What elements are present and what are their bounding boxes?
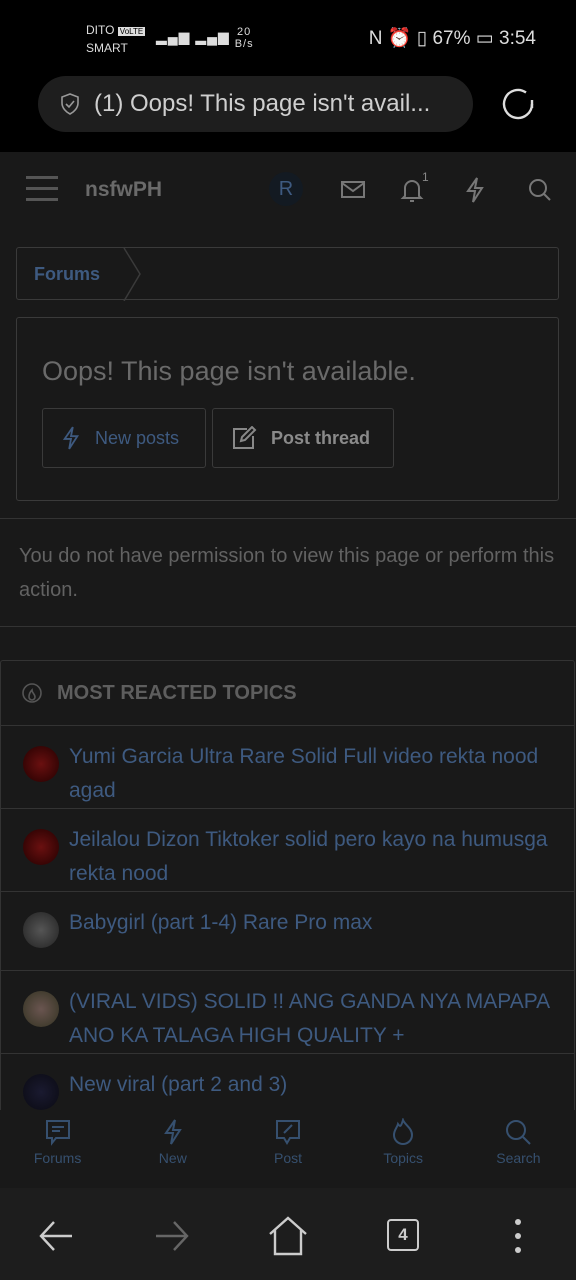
carrier-1: DITO [86,23,115,37]
lightning-icon [163,1119,182,1145]
lightning-icon [62,426,80,450]
carrier-2: SMART [86,41,128,55]
tabs-button[interactable]: 4 [387,1219,419,1251]
vibrate-icon: ▯ [416,28,428,49]
speed-unit: B/s [234,38,254,50]
bottom-nav: Forums New Post Topics Search [0,1110,576,1188]
nav-topics[interactable]: Topics [346,1110,461,1188]
avatar [23,746,59,782]
error-panel: Oops! This page isn't available. New pos… [16,317,559,501]
nfc-icon: N [368,28,383,49]
home-icon[interactable] [268,1216,308,1256]
battery-icon: ▭ [475,28,494,49]
topic-link[interactable]: Yumi Garcia Ultra Rare Solid Full video … [69,745,538,802]
carrier-info: DITO VoLTE SMART [86,22,146,56]
breadcrumb-forums[interactable]: Forums [34,264,100,285]
breadcrumb: Forums [16,247,559,301]
bell-icon[interactable] [400,176,424,204]
topic-link[interactable]: Jeilalou Dizon Tiktoker solid pero kayo … [69,828,548,885]
tab-count: 4 [398,1225,408,1244]
nav-forums[interactable]: Forums [0,1110,115,1188]
avatar-letter: R [278,177,294,200]
breadcrumb-chevron-icon [123,248,141,301]
status-bar: DITO VoLTE SMART ▂▄▆ ▂▄▆ 20 B/s N ⏰ ▯ 67% … [0,0,576,152]
signal-icon: ▂▄▆ ▂▄▆ 20 B/s [156,26,254,50]
menu-icon[interactable] [26,174,58,204]
more-icon[interactable] [512,1216,524,1256]
shield-icon [61,93,79,115]
notification-badge: 1 [422,170,429,184]
speed-value: 20 [237,26,252,38]
back-icon[interactable] [38,1218,74,1254]
new-posts-button[interactable]: New posts [42,408,206,468]
fire-icon [393,1118,414,1145]
topics-heading-label: MOST REACTED TOPICS [57,681,297,704]
topic-link[interactable]: (VIRAL VIDS) SOLID !! ANG GANDA NYA MAPA… [69,990,549,1047]
page-title: Oops! This page isn't available. [42,356,416,386]
page-title-in-url: (1) Oops! This page isn't avail... [94,90,431,117]
list-item[interactable]: Babygirl (part 1-4) Rare Pro max [1,892,574,971]
site-logo[interactable]: nsfwPH [85,178,162,202]
list-item[interactable]: (VIRAL VIDS) SOLID !! ANG GANDA NYA MAPA… [1,971,574,1054]
list-item[interactable]: Yumi Garcia Ultra Rare Solid Full video … [1,726,574,809]
address-bar[interactable]: (1) Oops! This page isn't avail... [38,76,473,132]
permission-message: You do not have permission to view this … [0,518,576,627]
alarm-icon: ⏰ [387,28,412,49]
avatar [23,829,59,865]
avatar [23,991,59,1027]
nav-new[interactable]: New [115,1110,230,1188]
fire-icon [22,683,42,703]
search-icon [506,1120,532,1145]
mail-icon[interactable] [341,176,365,202]
nav-label: New [158,1150,187,1166]
post-thread-label: Post thread [271,427,371,448]
nav-label: Post [274,1150,303,1166]
edit-icon [233,426,257,449]
nav-post[interactable]: Post [230,1110,345,1188]
battery-percent: 67% [432,28,471,49]
avatar[interactable]: R [269,172,303,206]
avatar [23,1074,59,1110]
topic-link[interactable]: New viral (part 2 and 3) [69,1073,287,1096]
volte-badge: VoLTE [117,27,146,36]
avatar [23,912,59,948]
browser-toolbar: 4 [0,1188,576,1280]
lightning-icon[interactable] [464,176,486,204]
clock: 3:54 [499,28,536,49]
most-reacted-topics: MOST REACTED TOPICS Yumi Garcia Ultra Ra… [0,660,575,1120]
list-item[interactable]: Jeilalou Dizon Tiktoker solid pero kayo … [1,809,574,892]
forward-icon[interactable] [154,1218,190,1254]
topic-link[interactable]: Babygirl (part 1-4) Rare Pro max [69,911,372,934]
search-icon[interactable] [527,176,553,204]
status-right: N ⏰ ▯ 67% ▭ 3:54 [369,26,536,50]
post-icon [276,1120,300,1145]
new-posts-label: New posts [95,427,180,448]
nav-label: Topics [383,1150,424,1166]
nav-label: Forums [33,1150,82,1166]
nav-search[interactable]: Search [461,1110,576,1188]
reload-icon[interactable] [500,86,536,122]
forums-icon [45,1120,70,1146]
nav-label: Search [496,1150,541,1166]
site-header: nsfwPH R 1 [0,152,576,228]
post-thread-button[interactable]: Post thread [212,408,394,468]
topics-heading: MOST REACTED TOPICS [1,661,574,726]
